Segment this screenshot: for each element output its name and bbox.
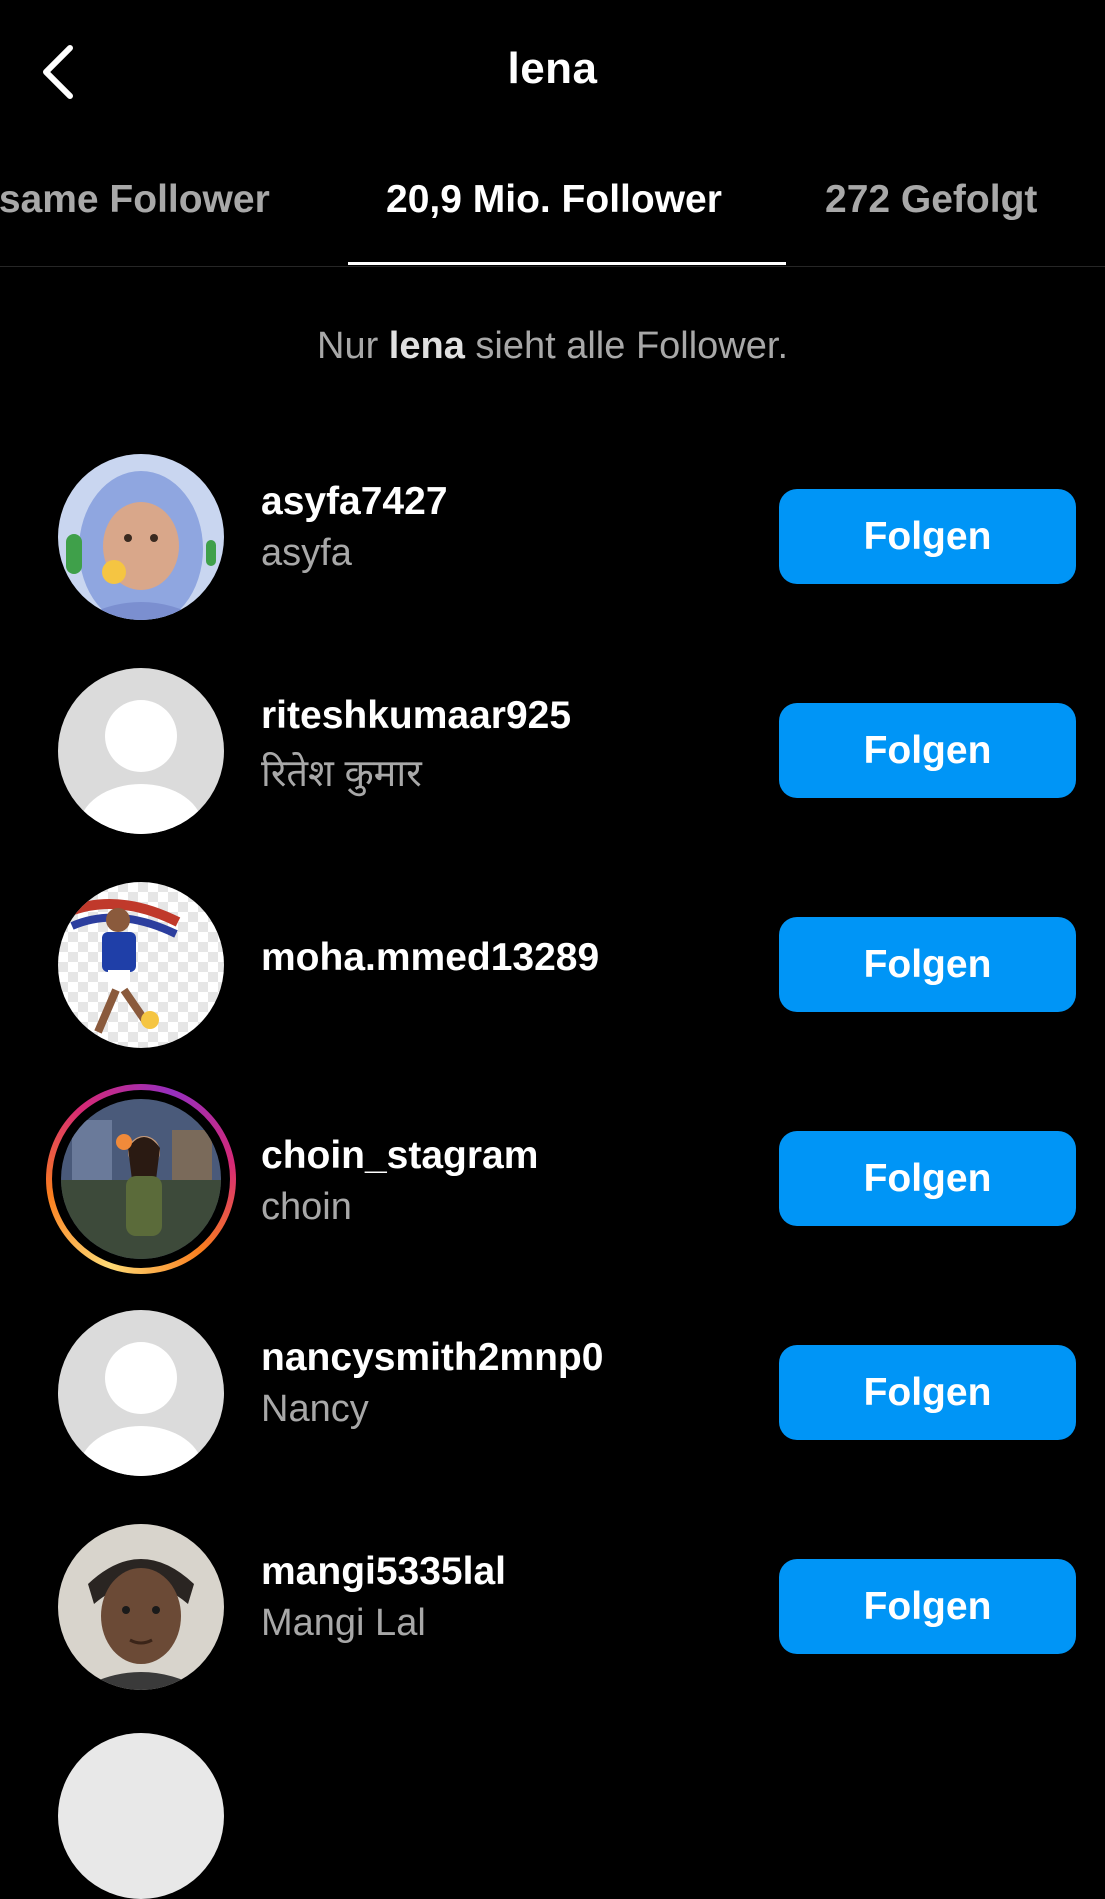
full-name: Mangi Lal [261, 1602, 426, 1644]
username[interactable]: nancysmith2mnp0 [261, 1336, 761, 1380]
avatar-with-story-ring[interactable] [46, 1084, 236, 1274]
list-item: nancysmith2mnp0 Nancy Folgen [0, 1308, 1105, 1478]
full-name: Nancy [261, 1388, 369, 1430]
username[interactable]: mangi5335lal [261, 1550, 761, 1594]
tab-mutual-followers[interactable]: ısame Follower [0, 178, 270, 222]
list-item: choin_stagram choin Folgen [0, 1084, 1105, 1274]
avatar[interactable] [58, 1733, 224, 1899]
list-item: mangi5335lal Mangi Lal Folgen [0, 1522, 1105, 1692]
avatar-photo-icon [58, 454, 224, 620]
tab-following[interactable]: 272 Gefolgt [825, 178, 1037, 222]
name-block: riteshkumaar925 रितेश कुमार [261, 694, 761, 798]
notice-suffix: sieht alle Follower. [475, 325, 788, 367]
avatar[interactable] [58, 882, 224, 1048]
follower-tabs: ısame Follower 20,9 Mio. Follower 272 Ge… [0, 160, 1105, 267]
default-avatar-icon [58, 1310, 224, 1476]
username[interactable]: choin_stagram [261, 1134, 761, 1178]
name-block: mangi5335lal Mangi Lal [261, 1550, 761, 1645]
username[interactable]: moha.mmed13289 [261, 936, 761, 980]
follow-button[interactable]: Folgen [779, 489, 1076, 584]
follow-button[interactable]: Folgen [779, 1345, 1076, 1440]
follow-button[interactable]: Folgen [779, 703, 1076, 798]
full-name: asyfa [261, 532, 352, 574]
list-item: riteshkumaar925 रितेश कुमार Folgen [0, 666, 1105, 836]
list-item: asyfa7427 asyfa Folgen [0, 452, 1105, 622]
name-block: choin_stagram choin [261, 1134, 761, 1229]
list-item: moha.mmed13289 Folgen [0, 880, 1105, 1050]
name-block: moha.mmed13289 [261, 936, 761, 980]
top-bar: lena [0, 0, 1105, 150]
full-name: रितेश कुमार [261, 753, 422, 795]
follow-button[interactable]: Folgen [779, 1131, 1076, 1226]
notice-name: lena [388, 325, 465, 367]
default-avatar-icon [58, 668, 224, 834]
notice-prefix: Nur [317, 325, 379, 367]
follow-button[interactable]: Folgen [779, 917, 1076, 1012]
avatar[interactable] [58, 1310, 224, 1476]
avatar[interactable] [58, 1524, 224, 1690]
name-block: nancysmith2mnp0 Nancy [261, 1336, 761, 1431]
username[interactable]: asyfa7427 [261, 480, 761, 524]
avatar-photo-icon [58, 882, 224, 1048]
active-tab-indicator [348, 262, 786, 265]
followers-privacy-notice: Nur lena sieht alle Follower. [0, 325, 1105, 368]
follow-button[interactable]: Folgen [779, 1559, 1076, 1654]
full-name: choin [261, 1186, 352, 1228]
name-block: asyfa7427 asyfa [261, 480, 761, 575]
tab-followers[interactable]: 20,9 Mio. Follower [386, 178, 722, 222]
avatar[interactable] [58, 668, 224, 834]
profile-title: lena [507, 44, 598, 93]
avatar-photo-icon [58, 1524, 224, 1690]
username[interactable]: riteshkumaar925 [261, 694, 761, 738]
avatar[interactable] [58, 454, 224, 620]
